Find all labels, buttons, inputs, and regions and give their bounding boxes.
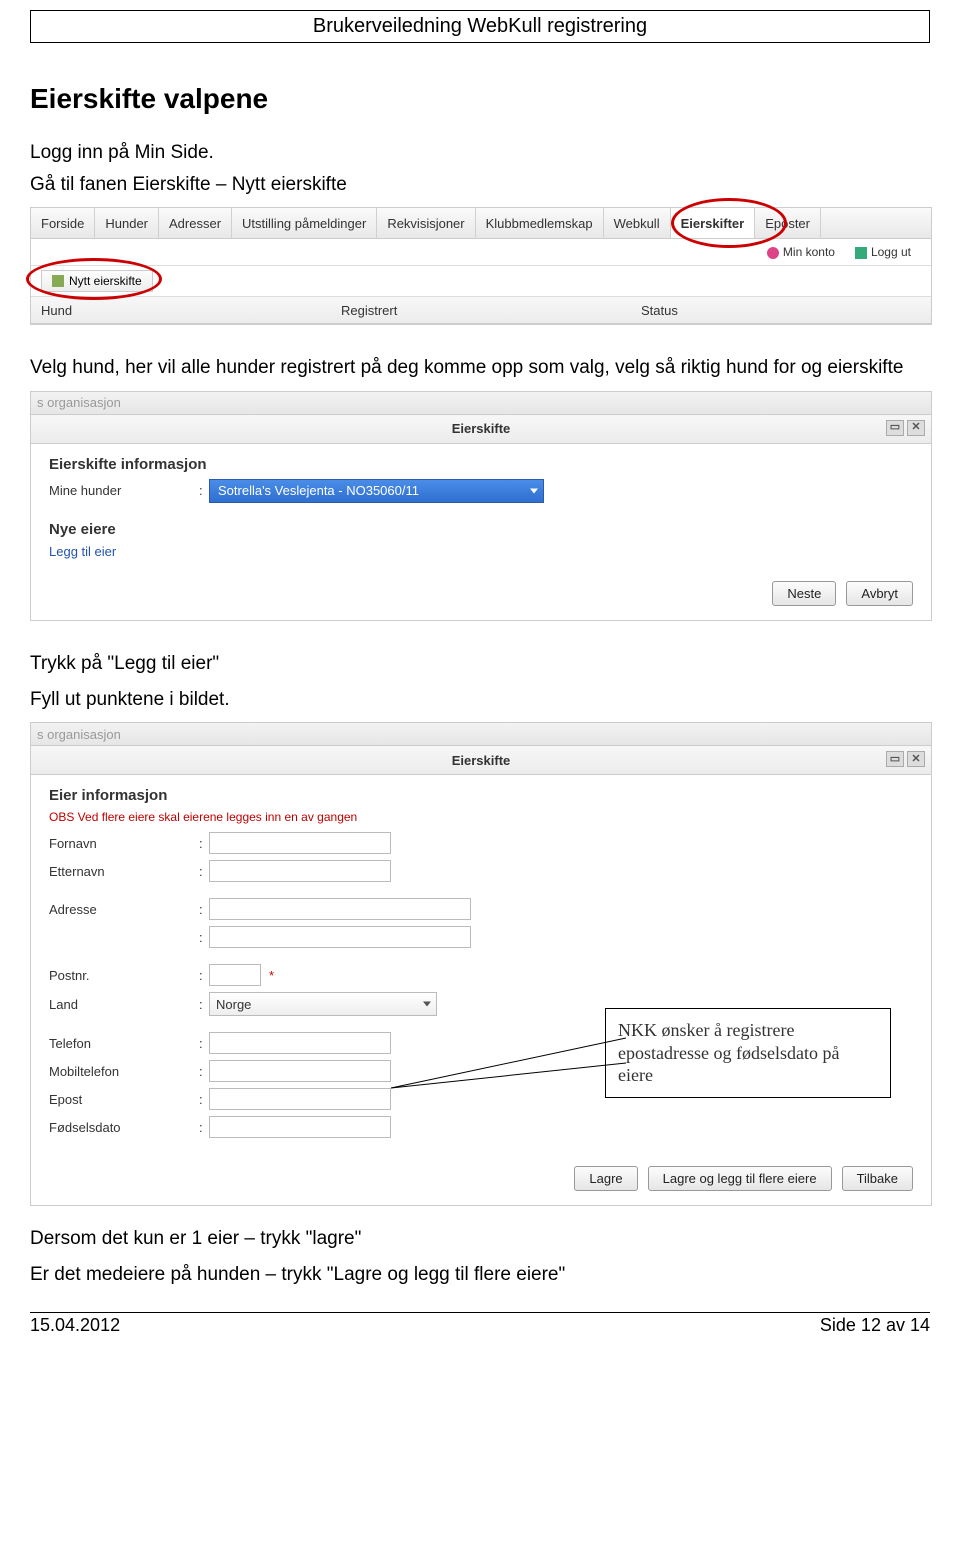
tab-utstilling[interactable]: Utstilling påmeldinger — [232, 208, 377, 238]
telefon-input[interactable] — [209, 1032, 391, 1054]
save-button[interactable]: Lagre — [574, 1166, 637, 1191]
window-min-icon[interactable]: ▭ — [886, 751, 904, 767]
footer-page: Side 12 av 14 — [820, 1315, 930, 1336]
tab-eposter[interactable]: Eposter — [755, 208, 821, 238]
tab-hunder[interactable]: Hunder — [95, 208, 159, 238]
fornavn-label: Fornavn — [49, 836, 199, 851]
utility-row: Min konto Logg ut — [31, 239, 931, 266]
fdato-label: Fødselsdato — [49, 1120, 199, 1135]
postnr-input[interactable] — [209, 964, 261, 986]
grid-header: Hund Registrert Status — [31, 297, 931, 324]
epost-input[interactable] — [209, 1088, 391, 1110]
section-title: Eierskifte valpene — [30, 83, 930, 115]
mobil-label: Mobiltelefon — [49, 1064, 199, 1079]
dialog-title: Eierskifte ▭ ✕ — [31, 415, 931, 444]
footer: 15.04.2012 Side 12 av 14 — [30, 1312, 930, 1336]
tab-forside[interactable]: Forside — [31, 208, 95, 238]
mine-hunder-dropdown[interactable]: Sotrella's Veslejenta - NO35060/11 — [209, 479, 544, 503]
col-status: Status — [631, 303, 931, 318]
telefon-label: Telefon — [49, 1036, 199, 1051]
eier-info-heading: Eier informasjon — [49, 787, 913, 804]
col-registrert: Registrert — [331, 303, 631, 318]
cancel-button[interactable]: Avbryt — [846, 581, 913, 606]
warning-text: OBS Ved flere eiere skal eierene legges … — [49, 810, 913, 824]
footer-date: 15.04.2012 — [30, 1315, 120, 1336]
back-button[interactable]: Tilbake — [842, 1166, 913, 1191]
etternavn-label: Etternavn — [49, 864, 199, 879]
topbar-faded-3: s organisasjon — [31, 723, 931, 746]
adresse-label: Adresse — [49, 902, 199, 917]
epost-label: Epost — [49, 1092, 199, 1107]
window-min-icon[interactable]: ▭ — [886, 420, 904, 436]
mine-hunder-label: Mine hunder — [49, 483, 199, 498]
tab-rekvisisjoner[interactable]: Rekvisisjoner — [377, 208, 475, 238]
postnr-label: Postnr. — [49, 968, 199, 983]
annotation-callout: NKK ønsker å registrere epostadresse og … — [605, 1008, 891, 1098]
window-close-icon[interactable]: ✕ — [907, 420, 925, 436]
save-and-add-button[interactable]: Lagre og legg til flere eiere — [648, 1166, 832, 1191]
tab-klubb[interactable]: Klubbmedlemskap — [476, 208, 604, 238]
logout-link[interactable]: Logg ut — [855, 245, 911, 259]
col-hund: Hund — [31, 303, 331, 318]
closing-line-1: Dersom det kun er 1 eier – trykk "lagre" — [30, 1226, 930, 1252]
subtab-nytt-eierskifte[interactable]: Nytt eierskifte — [41, 270, 153, 292]
screenshot-tabs: Forside Hunder Adresser Utstilling påmel… — [30, 207, 932, 325]
after2-line-1: Trykk på "Legg til eier" — [30, 651, 930, 677]
tab-webkull[interactable]: Webkull — [604, 208, 671, 238]
fornavn-input[interactable] — [209, 832, 391, 854]
adresse-input-1[interactable] — [209, 898, 471, 920]
closing-line-2: Er det medeiere på hunden – trykk "Lagre… — [30, 1262, 930, 1288]
mid-text: Velg hund, her vil alle hunder registrer… — [30, 355, 930, 381]
adresse-input-2[interactable] — [209, 926, 471, 948]
edit-icon — [52, 275, 64, 287]
tab-bar: Forside Hunder Adresser Utstilling påmel… — [31, 208, 931, 239]
chevron-down-icon — [423, 1002, 431, 1007]
land-select[interactable]: Norge — [209, 992, 437, 1016]
legg-til-eier-link[interactable]: Legg til eier — [49, 544, 116, 559]
intro-line-2: Gå til fanen Eierskifte – Nytt eierskift… — [30, 172, 930, 198]
topbar-faded: s organisasjon — [31, 392, 931, 415]
info-heading: Eierskifte informasjon — [49, 456, 913, 473]
fdato-input[interactable] — [209, 1116, 391, 1138]
window-close-icon[interactable]: ✕ — [907, 751, 925, 767]
nye-eiere-heading: Nye eiere — [49, 521, 913, 538]
land-label: Land — [49, 997, 199, 1012]
annotation-leader-line — [391, 1033, 631, 1113]
document-header: Brukerveiledning WebKull registrering — [30, 10, 930, 43]
next-button[interactable]: Neste — [772, 581, 836, 606]
subtab-row: Nytt eierskifte — [31, 266, 931, 297]
screenshot-eier-informasjon: s organisasjon Eierskifte ▭ ✕ Eier infor… — [30, 722, 932, 1206]
mobil-input[interactable] — [209, 1060, 391, 1082]
screenshot-eierskifte-info: s organisasjon Eierskifte ▭ ✕ Eierskifte… — [30, 391, 932, 621]
intro-line-1: Logg inn på Min Side. — [30, 140, 930, 166]
account-icon — [767, 247, 779, 259]
after2-line-2: Fyll ut punktene i bildet. — [30, 687, 930, 713]
dialog-title-3: Eierskifte ▭ ✕ — [31, 746, 931, 775]
tab-adresser[interactable]: Adresser — [159, 208, 232, 238]
tab-eierskifter[interactable]: Eierskifter — [671, 208, 756, 238]
etternavn-input[interactable] — [209, 860, 391, 882]
logout-icon — [855, 247, 867, 259]
chevron-down-icon — [530, 488, 538, 493]
account-link[interactable]: Min konto — [767, 245, 835, 259]
